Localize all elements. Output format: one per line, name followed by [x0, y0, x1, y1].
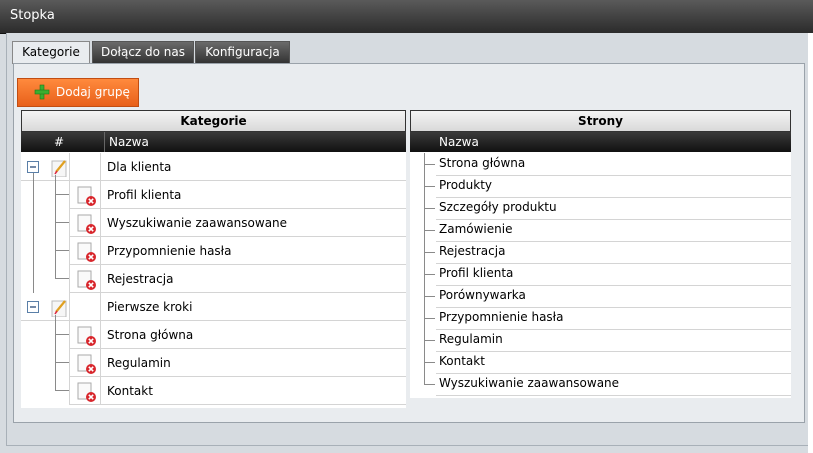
- pages-column-header: Nazwa: [410, 132, 791, 152]
- delete-icon[interactable]: [77, 270, 97, 290]
- collapse-icon[interactable]: [27, 301, 39, 313]
- page-item-name: Przypomnienie hasła: [439, 310, 564, 324]
- category-group-name: Pierwsze kroki: [107, 300, 193, 314]
- page-item-name: Regulamin: [439, 332, 503, 346]
- page-item-row[interactable]: Rejestracja: [424, 241, 791, 264]
- pages-panel: Strony Nazwa Strona główna Produkty Szczeg…: [410, 110, 791, 398]
- delete-icon[interactable]: [77, 354, 97, 374]
- category-item-name: Strona główna: [107, 328, 194, 342]
- category-item-row[interactable]: Przypomnienie hasła: [21, 237, 406, 265]
- category-item-name: Przypomnienie hasła: [107, 244, 232, 258]
- page-item-row[interactable]: Strona główna: [424, 153, 791, 176]
- tree-connector: [55, 390, 69, 391]
- category-item-name: Kontakt: [107, 384, 153, 398]
- category-group-name: Dla klienta: [107, 160, 172, 174]
- column-separator: [69, 153, 70, 405]
- add-group-button[interactable]: Dodaj grupę: [17, 78, 139, 107]
- page-item-name: Rejestracja: [439, 244, 506, 258]
- category-item-name: Rejestracja: [107, 272, 174, 286]
- page-item-name: Strona główna: [439, 156, 526, 170]
- tree-connector: [424, 186, 435, 187]
- plus-icon: [34, 84, 50, 100]
- page-item-name: Porównywarka: [439, 288, 526, 302]
- delete-icon[interactable]: [77, 242, 97, 262]
- tree-connector: [55, 194, 69, 195]
- category-item-row[interactable]: Kontakt: [21, 377, 406, 405]
- pages-column-name: Nazwa: [439, 135, 479, 149]
- tree-connector: [424, 318, 435, 319]
- page-item-name: Kontakt: [439, 354, 485, 368]
- delete-icon[interactable]: [77, 214, 97, 234]
- categories-column-header: # Nazwa: [21, 132, 406, 152]
- edit-icon[interactable]: [50, 157, 68, 177]
- tree-connector: [424, 340, 435, 341]
- page-item-name: Zamówienie: [439, 222, 513, 236]
- page-item-row[interactable]: Produkty: [424, 175, 791, 198]
- page-item-row[interactable]: Przypomnienie hasła: [424, 307, 791, 330]
- tree-connector: [55, 362, 69, 363]
- column-separator: [100, 153, 101, 405]
- category-item-row[interactable]: Rejestracja: [21, 265, 406, 293]
- tree-connector: [55, 250, 69, 251]
- tree-connector: [55, 278, 69, 279]
- tab-kategorie[interactable]: Kategorie: [12, 41, 90, 64]
- tree-line-pages: [424, 153, 425, 385]
- tree-connector: [55, 222, 69, 223]
- page-item-row[interactable]: Regulamin: [424, 329, 791, 352]
- page-item-row[interactable]: Wyszukiwanie zaawansowane: [424, 373, 791, 396]
- tree-connector: [424, 252, 435, 253]
- tree-connector: [424, 362, 435, 363]
- pages-panel-title: Strony: [410, 110, 791, 132]
- categories-panel: Kategorie # Nazwa Dla klienta Profil klie…: [21, 110, 406, 408]
- tab-konfiguracja[interactable]: Konfiguracja: [195, 41, 290, 63]
- tree-connector: [424, 230, 435, 231]
- page-item-row[interactable]: Zamówienie: [424, 219, 791, 242]
- window-title: Stopka: [10, 8, 55, 23]
- category-item-row[interactable]: Wyszukiwanie zaawansowane: [21, 209, 406, 237]
- tree-line-branch: [55, 315, 56, 391]
- page-item-name: Profil klienta: [439, 266, 514, 280]
- page-item-name: Produkty: [439, 178, 493, 192]
- category-item-row[interactable]: Regulamin: [21, 349, 406, 377]
- category-item-name: Profil klienta: [107, 188, 182, 202]
- tab-dolacz-do-nas[interactable]: Dołącz do nas: [92, 41, 194, 63]
- page-item-row[interactable]: Porównywarka: [424, 285, 791, 308]
- pages-list: Strona główna Produkty Szczegóły produktu Z…: [410, 153, 791, 398]
- tree-connector: [424, 296, 435, 297]
- categories-tree: Dla klienta Profil klienta Wyszukiwanie za…: [21, 153, 406, 405]
- tree-connector: [424, 208, 435, 209]
- category-item-name: Regulamin: [107, 356, 171, 370]
- row-divider: [21, 293, 406, 321]
- window-titlebar: Stopka: [0, 0, 813, 34]
- column-hash: #: [54, 135, 65, 149]
- categories-panel-title: Kategorie: [21, 110, 406, 132]
- tree-line-branch: [55, 175, 56, 279]
- tree-connector: [424, 274, 435, 275]
- edit-icon[interactable]: [50, 297, 68, 317]
- category-group-row[interactable]: Pierwsze kroki: [21, 293, 406, 321]
- category-group-row[interactable]: Dla klienta: [21, 153, 406, 181]
- page-item-name: Wyszukiwanie zaawansowane: [439, 376, 620, 390]
- row-divider: [21, 153, 406, 181]
- tree-connector: [424, 164, 435, 165]
- page-item-row[interactable]: Profil klienta: [424, 263, 791, 286]
- page-item-row[interactable]: Szczegóły produktu: [424, 197, 791, 220]
- delete-icon[interactable]: [77, 382, 97, 402]
- column-name: Nazwa: [109, 135, 149, 149]
- category-item-row[interactable]: Strona główna: [21, 321, 406, 349]
- category-item-name: Wyszukiwanie zaawansowane: [107, 216, 288, 230]
- category-item-row[interactable]: Profil klienta: [21, 181, 406, 209]
- tree-connector: [424, 384, 435, 385]
- delete-icon[interactable]: [77, 186, 97, 206]
- tree-connector: [55, 334, 69, 335]
- add-group-label: Dodaj grupę: [56, 85, 130, 99]
- collapse-icon[interactable]: [27, 161, 39, 173]
- page-item-name: Szczegóły produktu: [439, 200, 557, 214]
- window-right-edge: [808, 33, 813, 453]
- delete-icon[interactable]: [77, 326, 97, 346]
- page-item-row[interactable]: Kontakt: [424, 351, 791, 374]
- tree-line-root: [33, 173, 34, 293]
